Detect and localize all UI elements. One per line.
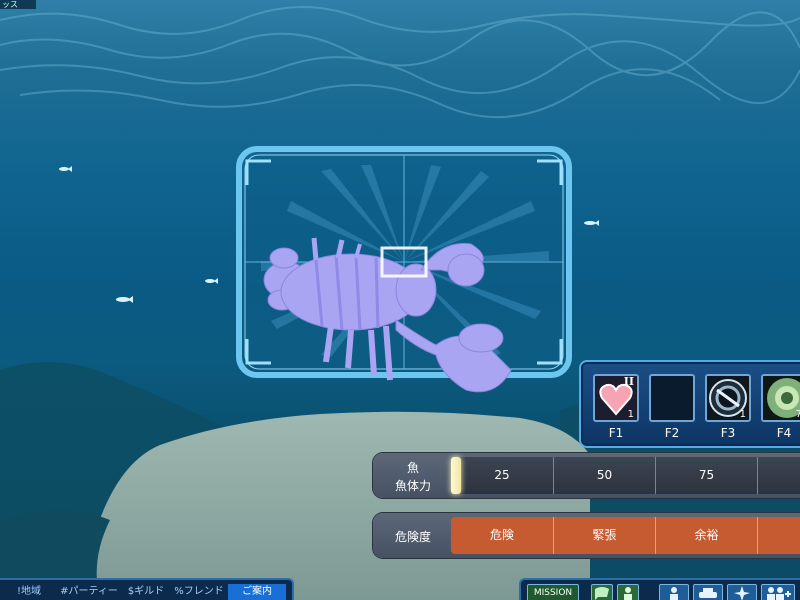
chat-tab-party[interactable]: #パーティー [58,584,120,600]
small-fish-icon [116,296,133,303]
slot-rank: II [623,375,634,388]
hotbar-slot-f2[interactable] [649,374,695,422]
fish-hp-marker [451,457,461,494]
hotbar-slot-f4[interactable]: 7 [761,374,800,422]
lobster-target [263,237,512,393]
sparkle-button[interactable] [727,584,757,600]
character-icon [670,587,678,600]
chat-tab-guild[interactable]: $ギルド [122,584,170,600]
window-title: ッス [0,0,36,9]
main-toolbar: MISSION [519,578,800,600]
hp-tick [757,457,800,494]
party-add-icon [767,587,791,600]
slot-count: 7 [796,409,800,420]
hotbar-key-label: F3 [720,426,736,440]
skill-hotbar: II 1 F1 F2 1 F3 7 F4 [579,360,800,448]
underwater-scene: ッス II 1 F1 F2 1 F3 F4 魚 魚体力 25 50 75 危険度… [0,0,800,600]
vehicle-button[interactable] [693,584,723,600]
fish-hp-gauge: 魚 魚体力 25 50 75 [373,453,800,498]
chat-bubble-icon [595,587,609,600]
danger-zone [757,517,800,554]
chat-tab-friend[interactable]: %フレンド [172,584,226,600]
danger-gauge: 危険度 危険 緊張 余裕 [373,513,800,558]
danger-zone: 余裕 [655,517,757,554]
character-button[interactable] [659,584,689,600]
chat-tab-area[interactable]: !地域 [4,584,54,600]
person-green-icon [624,587,632,600]
hp-tick: 75 [655,457,757,494]
hotbar-key-label: F2 [664,426,680,440]
green-orb-icon [763,376,800,420]
danger-zone: 危険 [489,528,514,542]
chat-bubble-button[interactable] [591,584,613,600]
gauge-label-fish: 魚 [406,461,419,475]
hotbar-slot-f3[interactable]: 1 [705,374,751,422]
sparkle-icon [734,586,750,600]
hotbar-key-label: F1 [608,426,624,440]
party-add-button[interactable] [761,584,795,600]
mission-button[interactable]: MISSION [527,584,579,600]
small-fish-icon [59,166,72,172]
slot-count: 1 [739,409,746,420]
hotbar-key-label: F4 [776,426,792,440]
hotbar-slot-f1[interactable]: II 1 [593,374,639,422]
danger-track: 危険 緊張 余裕 [451,517,800,554]
vehicle-icon [699,588,717,598]
small-fish-icon [205,278,218,284]
hp-tick: 25 [494,468,510,482]
person-green-button[interactable] [617,584,639,600]
chat-channel-bar: !地域 #パーティー $ギルド %フレンド ご案内 [0,578,294,600]
danger-zone: 緊張 [553,517,655,554]
hp-tick: 50 [553,457,655,494]
slot-count: 1 [627,409,634,420]
fish-hp-track: 25 50 75 [451,457,800,494]
small-fish-icon [584,220,599,226]
gauge-label-danger: 危険度 [394,530,431,544]
gauge-label-fish-hp: 魚体力 [394,479,431,493]
chat-tab-guide[interactable]: ご案内 [228,584,286,600]
